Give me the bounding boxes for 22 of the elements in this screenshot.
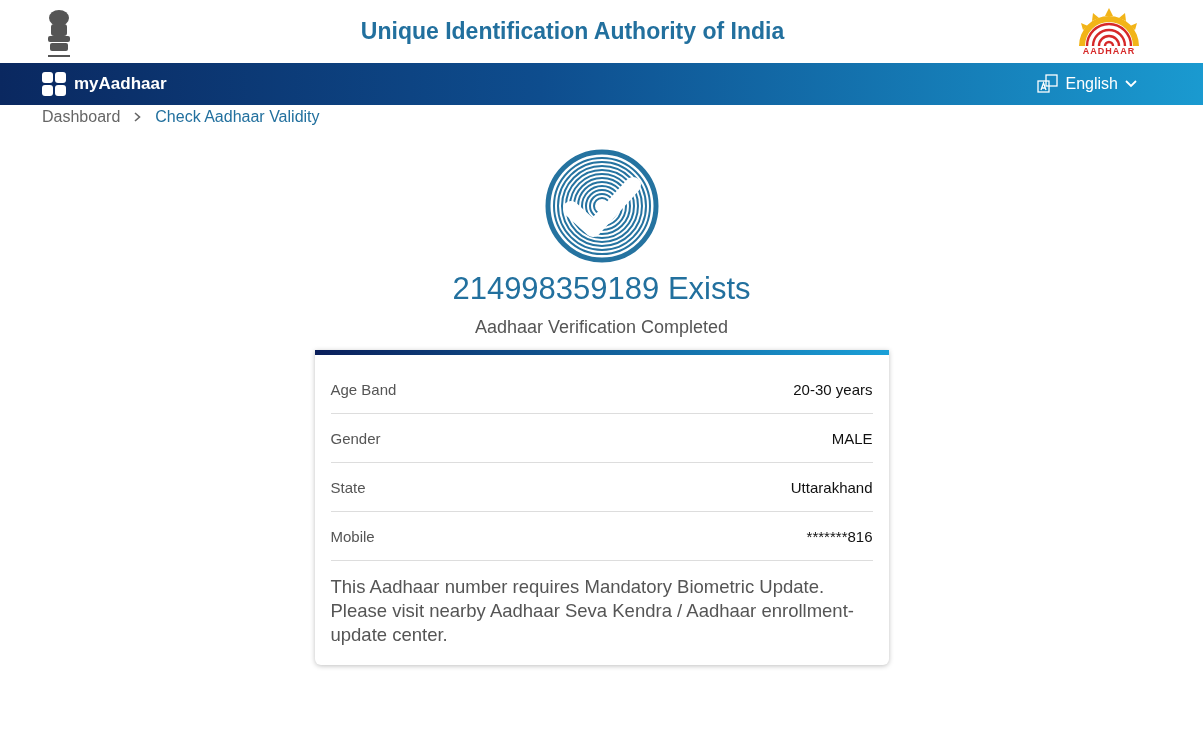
translate-icon (1036, 74, 1059, 94)
app-name: myAadhaar (74, 74, 167, 94)
detail-value: *******816 (806, 527, 873, 545)
detail-label: Gender (330, 429, 381, 447)
detail-value: Uttarakhand (790, 478, 873, 496)
logo-text: AADHAAR (1082, 45, 1136, 56)
detail-value: MALE (831, 429, 873, 447)
site-title: Unique Identification Authority of India (360, 18, 785, 45)
detail-label: Mobile (330, 527, 375, 545)
breadcrumb-link[interactable]: Dashboard (42, 108, 121, 126)
breadcrumb-current[interactable]: Check Aadhaar Validity (155, 108, 320, 126)
notice-text: This Aadhaar number requires Mandatory Biometric Update. Please visit nearby Aadhaar Seva Kendra / Aadhaar enrollment-update center. (330, 575, 855, 648)
grid-icon[interactable] (42, 72, 66, 96)
detail-label: State (330, 478, 366, 496)
chevron-down-icon (1125, 80, 1137, 88)
detail-label: Age Band (330, 380, 397, 398)
detail-value: 20-30 years (793, 380, 873, 398)
chevron-right-icon (134, 112, 142, 122)
language-selector[interactable]: English (1036, 74, 1137, 94)
verified-fingerprint-icon (544, 149, 659, 263)
result-heading: 214998359189 Exists (452, 271, 751, 307)
result-subheading: Aadhaar Verification Completed (474, 317, 729, 338)
